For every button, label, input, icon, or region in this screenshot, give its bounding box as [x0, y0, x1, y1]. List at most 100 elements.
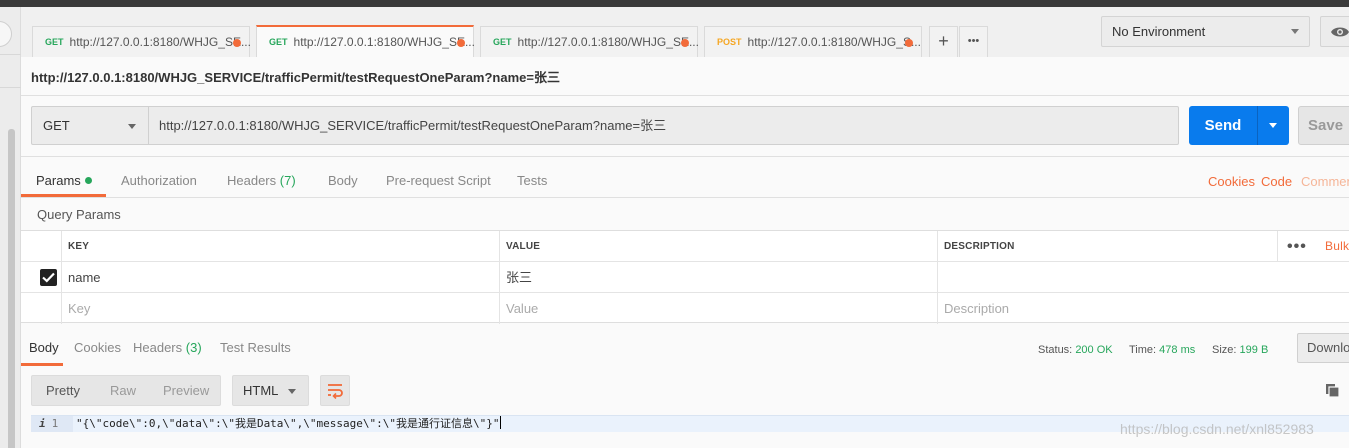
eye-icon — [1331, 27, 1349, 37]
column-header-description: DESCRIPTION — [937, 231, 1277, 262]
tab-method: POST — [717, 37, 742, 47]
headers-count-badge: (7) — [279, 173, 296, 188]
response-size: Size: 199 B — [1212, 344, 1268, 356]
response-tabs: Body Cookies Headers (3) Test Results St… — [21, 333, 1349, 366]
param-enabled-checkbox[interactable] — [40, 269, 57, 286]
tab-test-results[interactable]: Test Results — [220, 340, 291, 355]
tab-prerequest-script[interactable]: Pre-request Script — [386, 173, 491, 188]
wrap-lines-icon — [328, 384, 343, 399]
params-table: KEY VALUE DESCRIPTION ••• Bulk name 张三 K… — [21, 230, 1349, 324]
request-tab-4[interactable]: POST http://127.0.0.1:8180/WHJG_S... — [704, 26, 922, 57]
tab-more-icon[interactable]: ••• — [959, 26, 988, 57]
tab-params[interactable]: Params — [36, 173, 92, 188]
more-options-icon[interactable]: ••• — [1287, 231, 1307, 262]
bulk-edit-link[interactable]: Bulk — [1325, 231, 1349, 262]
new-description-input[interactable]: Description — [937, 293, 1349, 324]
sidebar-divider — [0, 87, 21, 88]
environment-select[interactable]: No Environment — [1101, 16, 1310, 47]
comments-link[interactable]: Commen — [1301, 174, 1349, 189]
tab-headers-label: Headers — [227, 173, 277, 188]
request-tab-2[interactable]: GET http://127.0.0.1:8180/WHJG_SE... — [256, 25, 475, 57]
param-value-cell[interactable]: 张三 — [499, 262, 937, 293]
new-tab-plus-icon[interactable]: + — [929, 26, 958, 57]
code-link[interactable]: Code — [1261, 174, 1292, 189]
sidebar-scrollbar[interactable] — [8, 129, 15, 448]
sidebar-toggle-button[interactable] — [0, 21, 12, 47]
tab-url: http://127.0.0.1:8180/WHJG_SE... — [69, 35, 251, 49]
request-tab-3[interactable]: GET http://127.0.0.1:8180/WHJG_SE... — [480, 26, 699, 57]
divider — [21, 197, 1349, 198]
checkmark-icon — [42, 272, 55, 283]
tab-url: http://127.0.0.1:8180/WHJG_SE... — [293, 35, 475, 49]
time-value: 478 ms — [1159, 344, 1196, 356]
send-label: Send — [1204, 117, 1242, 134]
unsaved-dot-icon — [681, 39, 689, 47]
response-language-select[interactable]: HTML — [232, 375, 309, 406]
wrap-lines-button[interactable] — [320, 375, 350, 406]
method-value: GET — [43, 118, 70, 133]
divider — [21, 156, 1349, 157]
request-name-title[interactable]: http://127.0.0.1:8180/WHJG_SERVICE/traff… — [31, 67, 560, 86]
tab-response-headers[interactable]: Headers (3) — [133, 340, 202, 355]
send-split-divider — [1257, 106, 1258, 145]
tab-body[interactable]: Body — [328, 173, 358, 188]
tab-tests[interactable]: Tests — [517, 173, 547, 188]
table-row: name 张三 — [21, 262, 1349, 293]
new-key-input[interactable]: Key — [61, 293, 499, 324]
info-icon: i — [39, 417, 46, 430]
cookies-link[interactable]: Cookies — [1208, 174, 1255, 189]
query-params-heading: Query Params — [37, 207, 121, 222]
column-header-value: VALUE — [499, 231, 937, 262]
window-top-bar — [0, 0, 1349, 7]
tab-method: GET — [493, 37, 512, 47]
tab-headers[interactable]: Headers (7) — [227, 173, 296, 188]
size-label: Size: — [1212, 344, 1237, 356]
response-status: Status: 200 OK — [1038, 344, 1113, 356]
sidebar-divider — [0, 54, 21, 55]
unsaved-dot-icon — [233, 39, 241, 47]
format-raw-button[interactable]: Raw — [110, 383, 136, 398]
unsaved-dot-icon — [457, 39, 465, 47]
params-active-dot-icon — [84, 177, 92, 184]
tab-method: GET — [269, 37, 288, 47]
line-number: 1 — [51, 417, 59, 430]
table-actions: ••• Bulk — [1277, 231, 1349, 262]
param-description-cell[interactable] — [937, 262, 1349, 293]
download-button[interactable]: Downlo — [1297, 333, 1349, 363]
table-header-row: KEY VALUE DESCRIPTION ••• Bulk — [21, 231, 1349, 262]
tab-response-cookies[interactable]: Cookies — [74, 340, 121, 355]
chevron-down-icon — [1291, 29, 1299, 34]
request-tab-bar: GET http://127.0.0.1:8180/WHJG_SE... GET… — [21, 7, 1349, 57]
tab-url: http://127.0.0.1:8180/WHJG_S... — [747, 35, 921, 49]
new-value-input[interactable]: Value — [499, 293, 937, 324]
send-button[interactable]: Send — [1189, 106, 1289, 145]
column-header-key: KEY — [61, 231, 499, 262]
format-preview-button[interactable]: Preview — [163, 383, 209, 398]
status-value: 200 OK — [1075, 344, 1113, 356]
send-options-chevron-icon[interactable] — [1269, 123, 1277, 128]
copy-icon[interactable] — [1325, 383, 1340, 398]
format-pretty-button[interactable]: Pretty — [46, 383, 80, 398]
watermark: https://blog.csdn.net/xnl852983 — [1120, 421, 1314, 437]
response-format-selector: Pretty Raw Preview — [31, 375, 221, 406]
method-select[interactable]: GET — [31, 106, 148, 145]
tab-authorization[interactable]: Authorization — [121, 173, 197, 188]
time-label: Time: — [1129, 344, 1157, 356]
table-row-new: Key Value Description — [21, 293, 1349, 324]
param-key-cell[interactable]: name — [61, 262, 499, 293]
request-tab-1[interactable]: GET http://127.0.0.1:8180/WHJG_SE... — [32, 26, 251, 57]
request-workspace: GET http://127.0.0.1:8180/WHJG_SE... GET… — [21, 7, 1349, 448]
code-line-text: "{\"code\":0,\"data\":\"我是Data\",\"messa… — [76, 417, 500, 430]
environment-value: No Environment — [1112, 24, 1206, 39]
text-cursor — [499, 416, 501, 429]
response-time: Time: 478 ms — [1129, 344, 1195, 356]
tab-method: GET — [45, 37, 64, 47]
status-label: Status: — [1038, 344, 1073, 356]
tab-url: http://127.0.0.1:8180/WHJG_SE... — [517, 35, 699, 49]
url-input[interactable]: http://127.0.0.1:8180/WHJG_SERVICE/traff… — [148, 106, 1179, 145]
language-value: HTML — [243, 383, 279, 398]
divider — [21, 95, 1349, 96]
save-button[interactable]: Save — [1298, 106, 1349, 145]
tab-response-body[interactable]: Body — [29, 340, 59, 355]
environment-quick-look-button[interactable] — [1320, 16, 1349, 47]
